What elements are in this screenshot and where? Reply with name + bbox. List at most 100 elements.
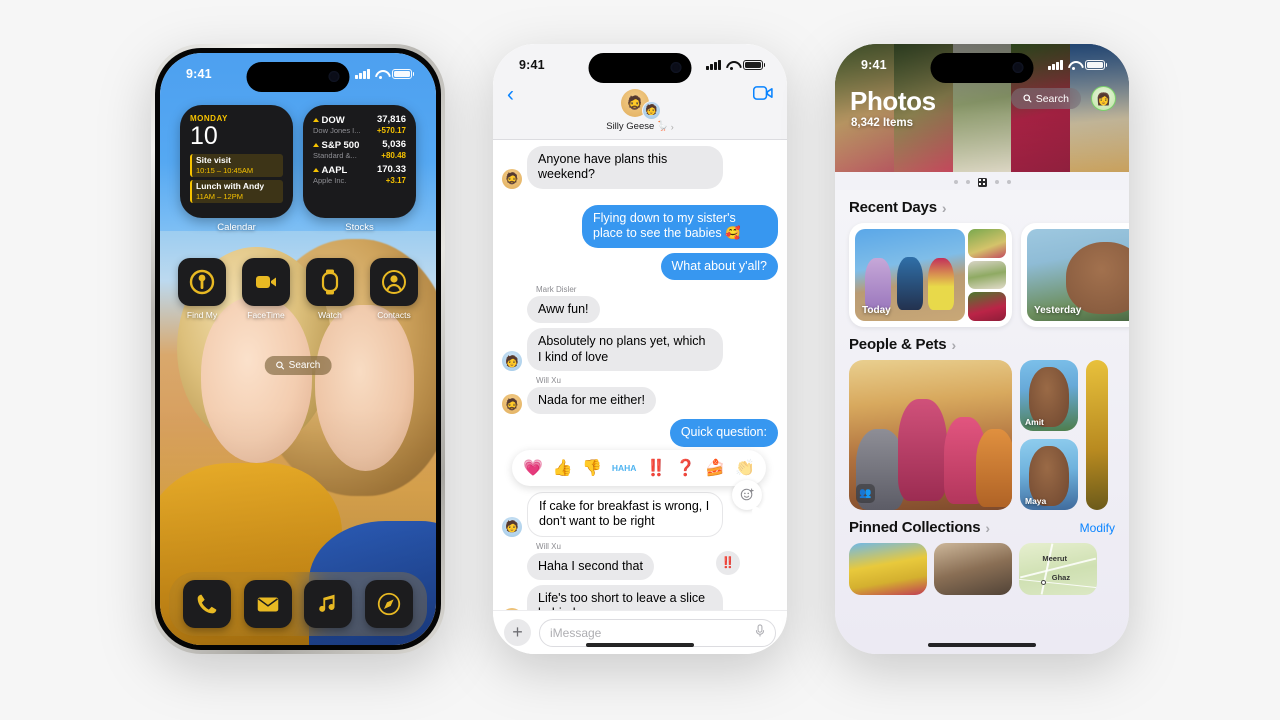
message-bubble[interactable]: Quick question: (669, 419, 778, 447)
page-dot-active-grid[interactable] (977, 177, 987, 187)
modify-button[interactable]: Modify (1080, 521, 1115, 535)
attachment-plus-button[interactable]: + (504, 619, 531, 646)
watch-icon[interactable] (306, 258, 354, 306)
section-header-people-pets[interactable]: People & Pets › (835, 327, 1129, 360)
home-search-pill[interactable]: Search (264, 356, 332, 375)
pinned-collection-tile[interactable] (934, 543, 1012, 595)
message-bubble[interactable]: Haha I second that (527, 552, 654, 580)
contacts-icon[interactable] (370, 258, 418, 306)
message-bubble[interactable]: Flying down to my sister's place to see … (582, 204, 778, 248)
tapback-option-cake[interactable]: 🍰 (705, 458, 725, 478)
message-row: 🧑 Absolutely no plans yet, which I kind … (502, 328, 778, 371)
facetime-video-icon[interactable] (752, 86, 773, 105)
wifi-icon (726, 61, 738, 71)
microphone-icon[interactable] (755, 624, 765, 641)
stock-row[interactable]: S&P 500 5,036 Standard &... +80.48 (313, 139, 406, 160)
recent-day-main-photo[interactable]: Yesterday (1027, 229, 1129, 321)
recent-day-caption: Today (862, 305, 891, 316)
pinned-collection-tile[interactable] (849, 543, 927, 595)
calendar-event[interactable]: Site visit 10:15 – 10:45AM (190, 154, 283, 177)
person-tile[interactable]: Maya (1020, 439, 1078, 510)
profile-avatar[interactable]: 👩 (1091, 86, 1116, 111)
stocks-widget[interactable]: DOW 37,816 Dow Jones I... +570.17 S&P 50… (303, 105, 416, 218)
recent-day-thumb[interactable] (968, 260, 1006, 290)
stocks-widget-container[interactable]: DOW 37,816 Dow Jones I... +570.17 S&P 50… (303, 105, 416, 233)
group-people-icon: 👥 (856, 484, 875, 503)
avatar: 🧔 (502, 168, 522, 189)
message-thread[interactable]: 🧔 Anyone have plans this weekend? Flying… (493, 140, 787, 628)
message-bubble[interactable]: If cake for breakfast is wrong, I don't … (527, 491, 723, 537)
stock-change: +3.17 (385, 176, 406, 185)
page-dot[interactable] (953, 180, 958, 184)
calendar-event-title: Site visit (196, 155, 231, 165)
safari-icon[interactable] (364, 580, 413, 628)
app-findmy[interactable]: Find My (178, 258, 226, 320)
section-header-pinned-collections[interactable]: Pinned Collections › Modify (835, 510, 1129, 543)
phone-icon[interactable] (183, 580, 232, 628)
status-time: 9:41 (519, 58, 545, 72)
phone-device-home: 9:41 MONDAY 10 Site visit 10:15 – 10:45A… (151, 44, 445, 654)
page-dot[interactable] (1006, 180, 1011, 184)
pinned-collection-map-tile[interactable]: Meerut Ghaz (1019, 543, 1097, 595)
tapback-option-heart[interactable]: 💗 (523, 458, 543, 478)
imessage-placeholder: iMessage (550, 625, 602, 640)
message-bubble[interactable]: What about y'all? (660, 252, 778, 280)
app-watch[interactable]: Watch (306, 258, 354, 320)
recent-day-card[interactable]: Yesterday (1021, 223, 1129, 327)
message-bubble[interactable]: Anyone have plans this weekend? (527, 146, 723, 189)
widget-row: MONDAY 10 Site visit 10:15 – 10:45AM Lun… (160, 105, 436, 233)
page-dot[interactable] (965, 180, 970, 184)
message-bubble[interactable]: Absolutely no plans yet, which I kind of… (527, 328, 723, 371)
tapback-option-clap[interactable]: 👏 (735, 458, 755, 478)
pinned-collections-row[interactable]: Meerut Ghaz (835, 543, 1129, 595)
calendar-day-number: 10 (190, 122, 218, 150)
section-title-wrap: Recent Days › (849, 199, 947, 216)
tapback-option-question[interactable]: ❓ (676, 458, 696, 478)
avatar: 🧔 (502, 394, 522, 415)
app-facetime[interactable]: FaceTime (242, 258, 290, 320)
page-dot[interactable] (994, 180, 999, 184)
tapback-option-thumbsdown[interactable]: 👎 (582, 458, 602, 478)
person-tile[interactable]: Amit (1020, 360, 1078, 431)
avatar: 🧑 (502, 516, 522, 537)
recent-day-thumb[interactable] (968, 292, 1006, 322)
facetime-icon[interactable] (242, 258, 290, 306)
back-chevron-icon[interactable]: ‹ (507, 83, 514, 107)
photos-content[interactable]: Recent Days › Today Yesterday People & P… (835, 190, 1129, 654)
message-row: What about y'all? (502, 252, 778, 280)
section-header-recent-days[interactable]: Recent Days › (835, 190, 1129, 223)
phone-bezel: 9:41 MONDAY 10 Site visit 10:15 – 10:45A… (155, 48, 441, 650)
tapback-exclamation-icon[interactable]: ‼️ (716, 550, 740, 575)
music-icon[interactable] (304, 580, 353, 628)
calendar-widget-container[interactable]: MONDAY 10 Site visit 10:15 – 10:45AM Lun… (180, 105, 293, 233)
photos-search-label: Search (1035, 92, 1069, 105)
wifi-icon (375, 70, 387, 80)
tapback-option-exclamation[interactable]: ‼️ (646, 458, 666, 478)
app-contacts[interactable]: Contacts (370, 258, 418, 320)
calendar-event[interactable]: Lunch with Andy 11AM – 12PM (190, 180, 283, 204)
people-group-photo[interactable]: 👥 (849, 360, 1012, 510)
recent-day-card[interactable]: Today (849, 223, 1012, 327)
person-tile-partial[interactable] (1086, 360, 1108, 510)
tapback-option-thumbsup[interactable]: 👍 (553, 458, 573, 478)
recent-days-row[interactable]: Today Yesterday (835, 223, 1129, 327)
recent-day-main-photo[interactable]: Today (855, 229, 965, 321)
photos-page-dots[interactable] (835, 175, 1129, 189)
findmy-icon[interactable] (178, 258, 226, 306)
calendar-widget[interactable]: MONDAY 10 Site visit 10:15 – 10:45AM Lun… (180, 105, 293, 218)
conversation-avatars[interactable]: 🧔 🧑 (619, 89, 661, 120)
recent-day-thumb[interactable] (968, 229, 1006, 258)
conversation-name-row[interactable]: Silly Geese 🪿 › (606, 121, 674, 132)
emoji-plus-icon[interactable] (732, 479, 764, 521)
tapback-option-haha[interactable]: HAHA (612, 463, 637, 472)
message-row: 🧑 If cake for breakfast is wrong, I don'… (502, 479, 778, 537)
mail-icon[interactable] (243, 580, 292, 628)
stock-row[interactable]: DOW 37,816 Dow Jones I... +570.17 (313, 114, 406, 135)
message-bubble[interactable]: Nada for me either! (527, 387, 656, 415)
message-bubble[interactable]: Aww fun! (527, 295, 600, 324)
photos-search-button[interactable]: Search (1010, 88, 1081, 109)
people-pets-row[interactable]: 👥 Amit Maya (835, 360, 1129, 510)
tapback-picker[interactable]: 💗 👍 👎 HAHA ‼️ ❓ 🍰 👏 (512, 449, 766, 486)
stock-row[interactable]: AAPL 170.33 Apple Inc. +3.17 (313, 164, 406, 185)
message-row: Quick question: (502, 419, 778, 447)
